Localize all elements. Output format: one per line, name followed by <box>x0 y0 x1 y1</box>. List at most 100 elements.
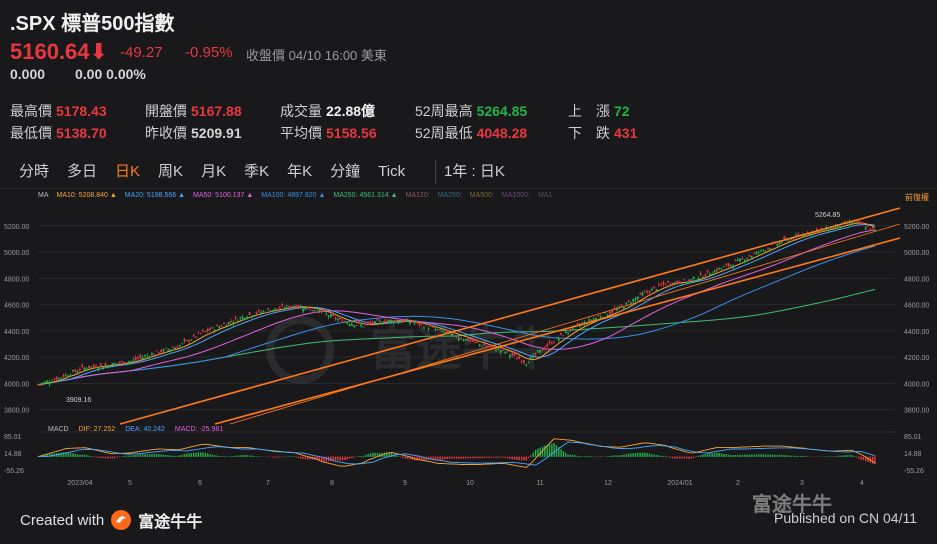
ma-legend-item-6: MA120: <box>405 192 430 199</box>
macd-bar <box>632 453 634 457</box>
x-tick-label: 11 <box>536 480 543 487</box>
candle-body <box>855 221 858 223</box>
macd-bar <box>767 454 769 457</box>
candle-body <box>450 333 453 336</box>
candle-body <box>385 320 388 322</box>
candle-body <box>504 351 507 354</box>
macd-bar <box>274 456 276 458</box>
macd-bar <box>744 454 746 457</box>
candle-body <box>722 266 725 268</box>
tab-yearly-k[interactable]: 年K <box>278 160 321 184</box>
dea-line <box>38 441 876 466</box>
macd-bar <box>625 454 627 457</box>
candle-body <box>646 291 649 293</box>
macd-bar <box>79 454 81 457</box>
macd-bar <box>476 456 479 459</box>
tab-quarterly-k[interactable]: 季K <box>235 160 278 184</box>
candle-body <box>155 350 158 352</box>
candle-body <box>120 361 123 362</box>
macd-bar <box>453 456 455 459</box>
macd-bar <box>400 456 402 458</box>
macd-bar <box>702 454 704 457</box>
macd-bar <box>748 454 751 457</box>
candle-body <box>476 341 479 343</box>
macd-bar <box>214 455 216 457</box>
candle-body <box>395 320 397 322</box>
macd-bar <box>300 456 302 459</box>
macd-bar <box>74 453 76 457</box>
candle-body <box>576 323 579 325</box>
candle-body <box>550 342 553 345</box>
ma-legend-item-3: MA50: 5100.137 ▲ <box>193 192 254 199</box>
macd-tick-right: 14.88 <box>904 451 922 458</box>
macd-bar <box>469 456 472 459</box>
macd-bar <box>269 456 272 458</box>
macd-bar <box>448 456 451 459</box>
tab-monthly-k[interactable]: 月K <box>192 160 235 184</box>
macd-legend-item-3: MACD: -25.981 <box>174 426 224 433</box>
macd-bar <box>362 455 365 457</box>
macd-bar <box>155 454 158 457</box>
tab-weekly-k[interactable]: 周K <box>149 160 192 184</box>
candle-body <box>650 288 653 291</box>
macd-bar <box>167 455 169 457</box>
candle-body <box>725 263 728 265</box>
x-tick-label: 7 <box>266 480 270 487</box>
candle-body <box>58 377 60 379</box>
macd-bar <box>95 456 97 458</box>
candle-body <box>185 340 188 342</box>
macd-bar <box>365 454 367 457</box>
tab-multi-day[interactable]: 多日 <box>58 160 106 184</box>
tab-intraday[interactable]: 分時 <box>10 160 58 184</box>
macd-bar <box>851 455 853 457</box>
macd-bar <box>351 456 353 458</box>
candle-body <box>648 290 651 293</box>
candle-body <box>423 327 425 329</box>
candle-body <box>767 248 769 250</box>
tab-minute[interactable]: 分鐘 <box>321 160 369 184</box>
tab-daily-k[interactable]: 日K <box>106 160 149 184</box>
macd-bar <box>727 454 730 457</box>
candle-body <box>316 308 318 310</box>
candle-body <box>427 328 430 330</box>
macd-bar <box>81 454 83 457</box>
candle-body <box>46 380 49 383</box>
candle-body <box>60 377 63 379</box>
macd-bar <box>834 456 837 457</box>
macd-bar <box>367 453 369 457</box>
candle-body <box>443 332 446 334</box>
range-selector[interactable]: 1年 : 日K <box>435 160 505 184</box>
macd-bar <box>334 456 337 461</box>
macd-bar <box>93 456 95 458</box>
macd-bar <box>495 456 497 458</box>
candle-body <box>209 328 211 331</box>
macd-bar <box>690 456 693 459</box>
macd-bar <box>218 456 221 457</box>
macd-bar <box>499 456 502 458</box>
macd-bar <box>688 456 690 459</box>
macd-bar <box>169 455 172 457</box>
macd-bar <box>790 455 792 457</box>
ma-legend: MA MA10: 5208.840 ▲ MA20: 5198.566 ▲ MA50: … <box>38 192 552 199</box>
candle-body <box>304 307 307 310</box>
candle-body <box>557 338 560 341</box>
macd-bar <box>360 456 362 457</box>
candle-body <box>318 310 321 313</box>
candle-body <box>111 363 114 366</box>
candle-body <box>464 338 467 341</box>
candle-body <box>325 313 328 315</box>
candle-body <box>713 270 716 273</box>
tab-tick[interactable]: Tick <box>369 160 414 184</box>
candle-body <box>536 351 539 353</box>
candle-body <box>153 354 156 356</box>
macd-bar <box>125 455 128 457</box>
x-tick-label: 5 <box>128 480 132 487</box>
candle-body <box>348 323 351 326</box>
kline-chart[interactable]: 5200.00 5200.00 5000.00 5000.00 4800.00 4800.… <box>0 200 937 490</box>
candle-body <box>278 307 281 309</box>
high-annotation: 5264.85 <box>815 212 840 219</box>
macd-bar <box>397 456 400 457</box>
candle-body <box>667 280 669 283</box>
macd-bar <box>111 456 114 459</box>
macd-bar <box>502 456 504 458</box>
